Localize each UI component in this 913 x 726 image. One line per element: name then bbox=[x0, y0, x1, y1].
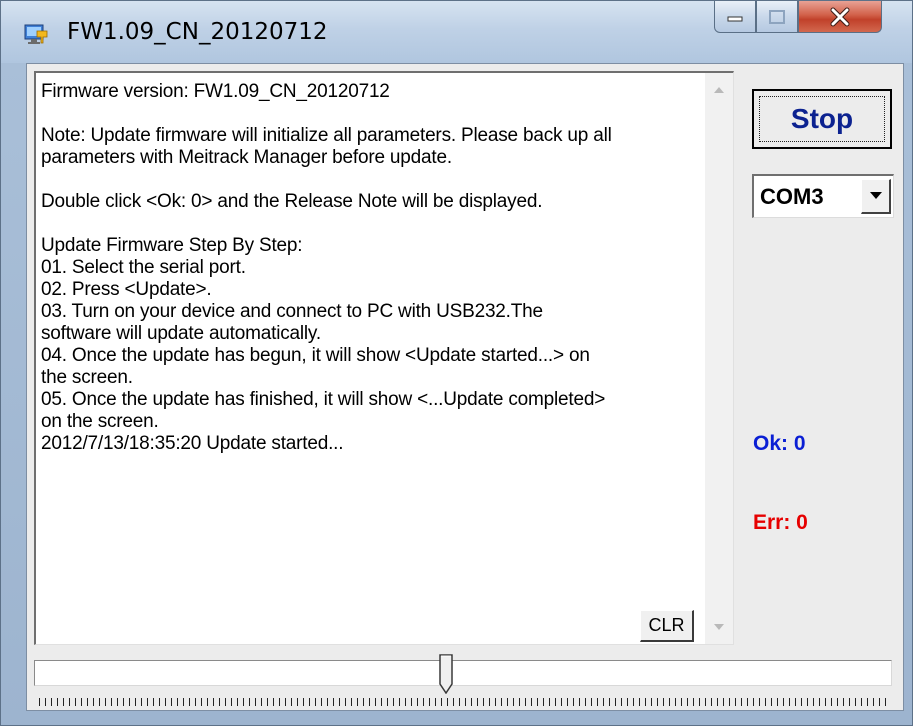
close-button[interactable] bbox=[798, 1, 882, 33]
clear-button[interactable]: CLR bbox=[640, 610, 694, 642]
log-line: on the screen. bbox=[41, 411, 159, 432]
log-line: Double click <Ok: 0> and the Release Not… bbox=[41, 191, 543, 212]
log-line: 2012/7/13/18:35:20 Update started... bbox=[41, 433, 344, 454]
log-line: 04. Once the update has begun, it will s… bbox=[41, 345, 590, 366]
scroll-up-icon[interactable] bbox=[714, 87, 724, 93]
progress-thumb[interactable] bbox=[439, 654, 453, 694]
log-line: Update Firmware Step By Step: bbox=[41, 235, 303, 256]
app-window: FW1.09_CN_20120712 Firmware version: FW1… bbox=[0, 0, 913, 726]
stop-button[interactable]: Stop bbox=[752, 89, 892, 149]
title-bar[interactable]: FW1.09_CN_20120712 bbox=[1, 1, 912, 63]
log-line: Firmware version: FW1.09_CN_20120712 bbox=[41, 81, 390, 102]
log-line: 05. Once the update has finished, it wil… bbox=[41, 389, 606, 410]
progress-track bbox=[34, 660, 892, 686]
chevron-down-icon[interactable] bbox=[861, 179, 891, 214]
client-area: Firmware version: FW1.09_CN_20120712 Note… bbox=[26, 63, 904, 711]
window-title: FW1.09_CN_20120712 bbox=[67, 19, 328, 45]
progress-ticks bbox=[39, 698, 889, 706]
log-scrollbar[interactable] bbox=[705, 73, 733, 644]
stop-button-label: Stop bbox=[790, 103, 854, 134]
firmware-update-icon bbox=[23, 21, 49, 47]
maximize-icon bbox=[769, 9, 785, 24]
log-line: 02. Press <Update>. bbox=[41, 279, 212, 300]
maximize-button[interactable] bbox=[756, 1, 798, 33]
ok-count[interactable]: Ok: 0 bbox=[753, 432, 806, 456]
minimize-icon bbox=[727, 16, 743, 21]
log-line: Note: Update firmware will initialize al… bbox=[41, 125, 612, 146]
log-line: software will update automatically. bbox=[41, 323, 321, 344]
err-count: Err: 0 bbox=[753, 511, 808, 534]
log-line: the screen. bbox=[41, 367, 133, 388]
log-output[interactable]: Firmware version: FW1.09_CN_20120712 Note… bbox=[34, 71, 734, 645]
log-line: parameters with Meitrack Manager before … bbox=[41, 147, 452, 168]
scroll-down-icon[interactable] bbox=[714, 624, 724, 630]
log-line: 01. Select the serial port. bbox=[41, 257, 246, 278]
log-text: Firmware version: FW1.09_CN_20120712 Note… bbox=[41, 81, 691, 455]
serial-port-value: COM3 bbox=[760, 184, 824, 209]
minimize-button[interactable] bbox=[714, 1, 756, 33]
serial-port-select[interactable]: COM3 bbox=[752, 174, 894, 218]
log-line: 03. Turn on your device and connect to P… bbox=[41, 301, 543, 322]
close-icon bbox=[830, 7, 850, 26]
